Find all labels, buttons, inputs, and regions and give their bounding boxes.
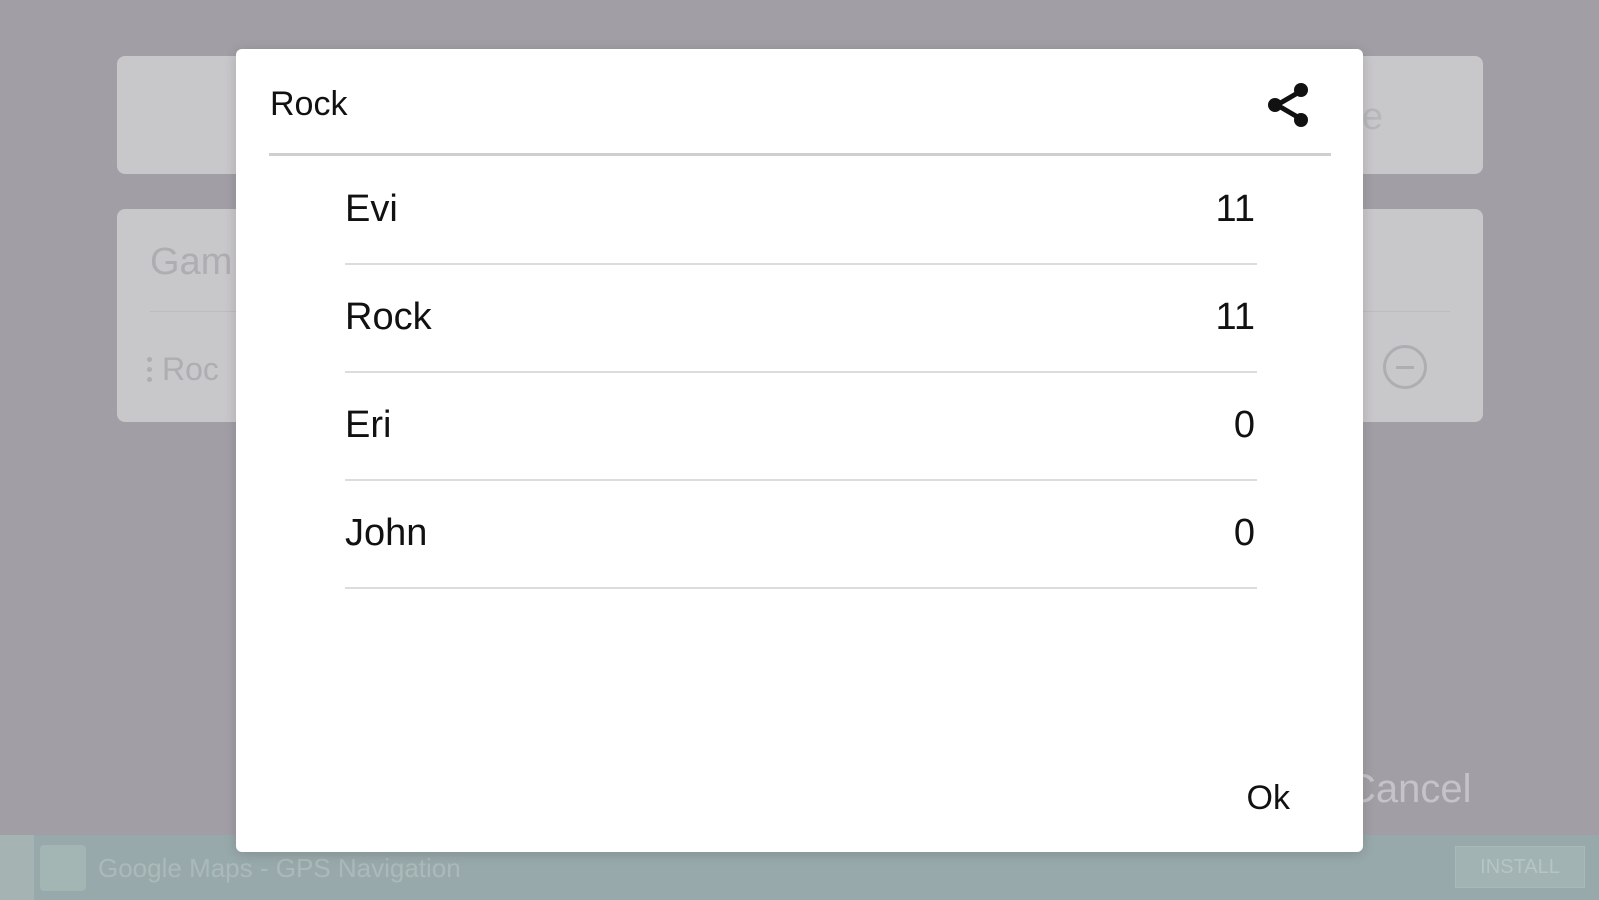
ok-button[interactable]: Ok: [1241, 775, 1296, 822]
remove-circle-icon: [1383, 345, 1427, 389]
player-score: 11: [1215, 188, 1255, 230]
background-player-label: Roc: [162, 351, 219, 387]
score-row: Eri 0: [345, 373, 1257, 481]
background-player-row: Roc: [147, 351, 219, 388]
dialog-title: Rock: [270, 85, 348, 123]
player-score: 0: [1233, 404, 1255, 446]
background-top-card-text: e: [1361, 96, 1383, 138]
score-list: Evi 11 Rock 11 Eri 0 John 0: [345, 157, 1257, 589]
score-row: Rock 11: [345, 265, 1257, 373]
row-divider: [345, 587, 1257, 589]
player-score: 0: [1233, 512, 1255, 554]
player-score: 11: [1215, 296, 1255, 338]
map-pin-icon: [40, 845, 86, 891]
ad-edge: [0, 835, 34, 900]
player-name: Rock: [345, 296, 432, 338]
share-icon[interactable]: [1263, 79, 1315, 131]
background-game-card-title: Gam: [150, 241, 233, 283]
player-name: Eri: [345, 404, 392, 446]
score-dialog: Rock Evi 11 Rock 11 Eri 0 John 0 Ok: [236, 49, 1363, 852]
dialog-divider: [269, 153, 1331, 156]
drag-handle-icon: [147, 357, 152, 382]
ad-install-button: INSTALL: [1455, 846, 1585, 888]
player-name: John: [345, 512, 428, 554]
score-row: John 0: [345, 481, 1257, 589]
screen: e Gam Roc Cancel Google Maps - GPS Navig…: [0, 0, 1599, 900]
player-name: Evi: [345, 188, 398, 230]
ad-text: Google Maps - GPS Navigation: [98, 853, 461, 883]
score-row: Evi 11: [345, 157, 1257, 265]
background-cancel-button: Cancel: [1347, 767, 1472, 811]
